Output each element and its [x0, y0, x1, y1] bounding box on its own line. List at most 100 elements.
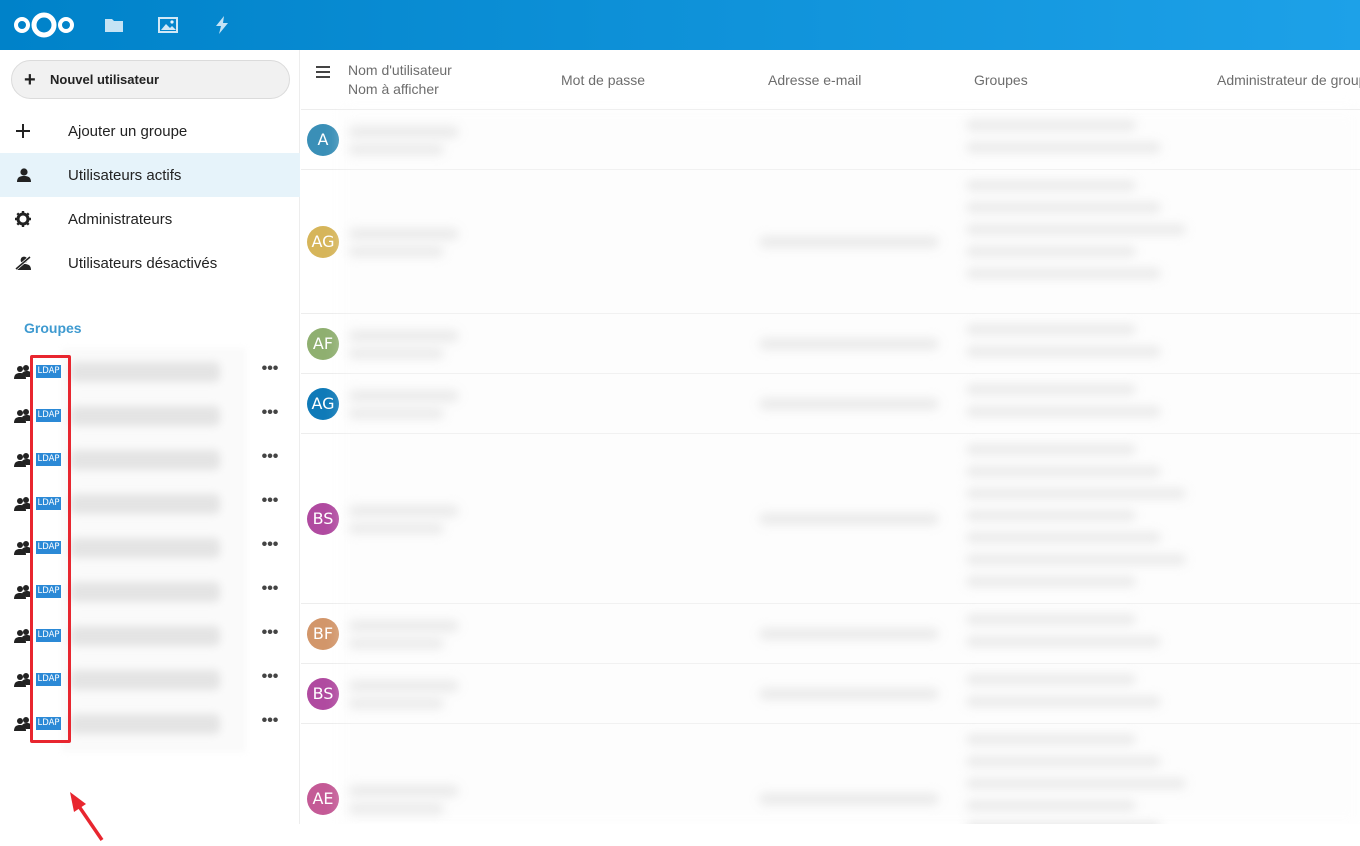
avatar: BS — [307, 678, 339, 710]
displayname-redacted — [349, 246, 444, 257]
groups-redacted — [966, 246, 1136, 257]
group-icon — [14, 629, 32, 643]
avatar: BS — [307, 503, 339, 535]
sidebar-item-label: Ajouter un groupe — [68, 122, 188, 140]
table-row[interactable]: BS — [301, 664, 1360, 724]
displayname-redacted — [349, 803, 444, 814]
gear-icon — [14, 210, 32, 228]
groups-redacted — [966, 488, 1186, 499]
sidebar-group-item[interactable]: LDAP ••• — [0, 702, 300, 746]
files-icon[interactable] — [104, 15, 124, 35]
table-row[interactable]: AG — [301, 170, 1360, 314]
photos-icon[interactable] — [158, 15, 178, 35]
sidebar-group-item[interactable]: LDAP ••• — [0, 614, 300, 658]
username-redacted — [349, 330, 459, 342]
ldap-badge: LDAP — [36, 585, 61, 598]
groups-redacted — [966, 696, 1161, 707]
groups-redacted — [966, 614, 1136, 625]
groups-redacted — [966, 800, 1136, 811]
table-row[interactable]: BF — [301, 604, 1360, 664]
group-name-redacted — [70, 406, 220, 426]
username-redacted — [349, 390, 459, 402]
sidebar-group-item[interactable]: LDAP ••• — [0, 394, 300, 438]
column-displayname[interactable]: Nom à afficher — [348, 81, 439, 97]
more-options-icon[interactable]: ••• — [258, 712, 282, 736]
more-options-icon[interactable]: ••• — [258, 404, 282, 428]
table-row[interactable]: BS — [301, 434, 1360, 604]
group-icon — [14, 365, 32, 379]
more-options-icon[interactable]: ••• — [258, 536, 282, 560]
sidebar-item-label: Utilisateurs désactivés — [68, 254, 218, 272]
groups-redacted — [966, 636, 1161, 647]
ldap-badge: LDAP — [36, 365, 61, 378]
displayname-redacted — [349, 408, 444, 419]
more-options-icon[interactable]: ••• — [258, 360, 282, 384]
sidebar-group-item[interactable]: LDAP ••• — [0, 658, 300, 702]
sidebar-item-active-users[interactable]: Utilisateurs actifs — [0, 153, 300, 197]
ldap-badge: LDAP — [36, 541, 61, 554]
new-user-button[interactable]: + Nouvel utilisateur — [11, 60, 290, 99]
username-redacted — [349, 228, 459, 240]
table-row[interactable]: AG — [301, 374, 1360, 434]
table-row[interactable]: AF — [301, 314, 1360, 374]
sidebar-item-label: Utilisateurs actifs — [68, 166, 182, 184]
group-icon — [14, 497, 32, 511]
username-redacted — [349, 620, 459, 632]
user-icon — [14, 166, 32, 184]
avatar: AE — [307, 783, 339, 815]
sidebar-group-item[interactable]: LDAP ••• — [0, 526, 300, 570]
more-options-icon[interactable]: ••• — [258, 668, 282, 692]
sidebar-group-item[interactable]: LDAP ••• — [0, 482, 300, 526]
displayname-redacted — [349, 348, 444, 359]
more-options-icon[interactable]: ••• — [258, 580, 282, 604]
sidebar-group-item[interactable]: LDAP ••• — [0, 570, 300, 614]
column-email[interactable]: Adresse e-mail — [768, 72, 861, 88]
column-username[interactable]: Nom d'utilisateur — [348, 62, 452, 78]
email-redacted — [759, 793, 939, 805]
displayname-redacted — [349, 698, 444, 709]
plus-icon — [14, 122, 32, 140]
group-name-redacted — [70, 362, 220, 382]
sidebar-item-admins[interactable]: Administrateurs — [0, 197, 300, 241]
column-admin: Administrateur de groupe — [1217, 72, 1360, 88]
groups-redacted — [966, 778, 1186, 789]
activity-icon[interactable] — [212, 15, 232, 35]
more-options-icon[interactable]: ••• — [258, 624, 282, 648]
groups-redacted — [966, 180, 1136, 191]
column-groups: Groupes — [974, 72, 1028, 88]
sidebar-item-label: Administrateurs — [68, 210, 173, 228]
groups-redacted — [966, 466, 1161, 477]
disabled-user-icon — [14, 254, 32, 272]
nextcloud-logo-icon[interactable] — [12, 9, 76, 41]
ldap-badge: LDAP — [36, 453, 61, 466]
group-icon — [14, 409, 32, 423]
column-password: Mot de passe — [561, 72, 646, 88]
sidebar-item-disabled-users[interactable]: Utilisateurs désactivés — [0, 241, 300, 285]
sidebar-group-item[interactable]: LDAP ••• — [0, 438, 300, 482]
table-row[interactable]: A — [301, 110, 1360, 170]
more-options-icon[interactable]: ••• — [258, 448, 282, 472]
more-options-icon[interactable]: ••• — [258, 492, 282, 516]
avatar: AG — [307, 388, 339, 420]
table-row[interactable]: AE — [301, 724, 1360, 824]
groups-redacted — [966, 532, 1161, 543]
groups-redacted — [966, 554, 1186, 565]
group-icon — [14, 453, 32, 467]
ldap-badge: LDAP — [36, 409, 61, 422]
avatar: AG — [307, 226, 339, 258]
ldap-badge: LDAP — [36, 717, 61, 730]
group-name-redacted — [70, 494, 220, 514]
top-header — [0, 0, 1360, 50]
groups-redacted — [966, 224, 1186, 235]
group-icon — [14, 717, 32, 731]
groups-redacted — [966, 346, 1161, 357]
group-name-redacted — [70, 450, 220, 470]
sidebar-item-add-group[interactable]: Ajouter un groupe — [0, 109, 300, 153]
sidebar-group-item[interactable]: LDAP ••• — [0, 350, 300, 394]
menu-icon[interactable] — [314, 65, 332, 79]
email-redacted — [759, 628, 939, 640]
sidebar: + Nouvel utilisateur Ajouter un groupe U… — [0, 50, 300, 841]
email-redacted — [759, 236, 939, 248]
groups-redacted — [966, 510, 1136, 521]
new-user-label: Nouvel utilisateur — [50, 72, 160, 87]
